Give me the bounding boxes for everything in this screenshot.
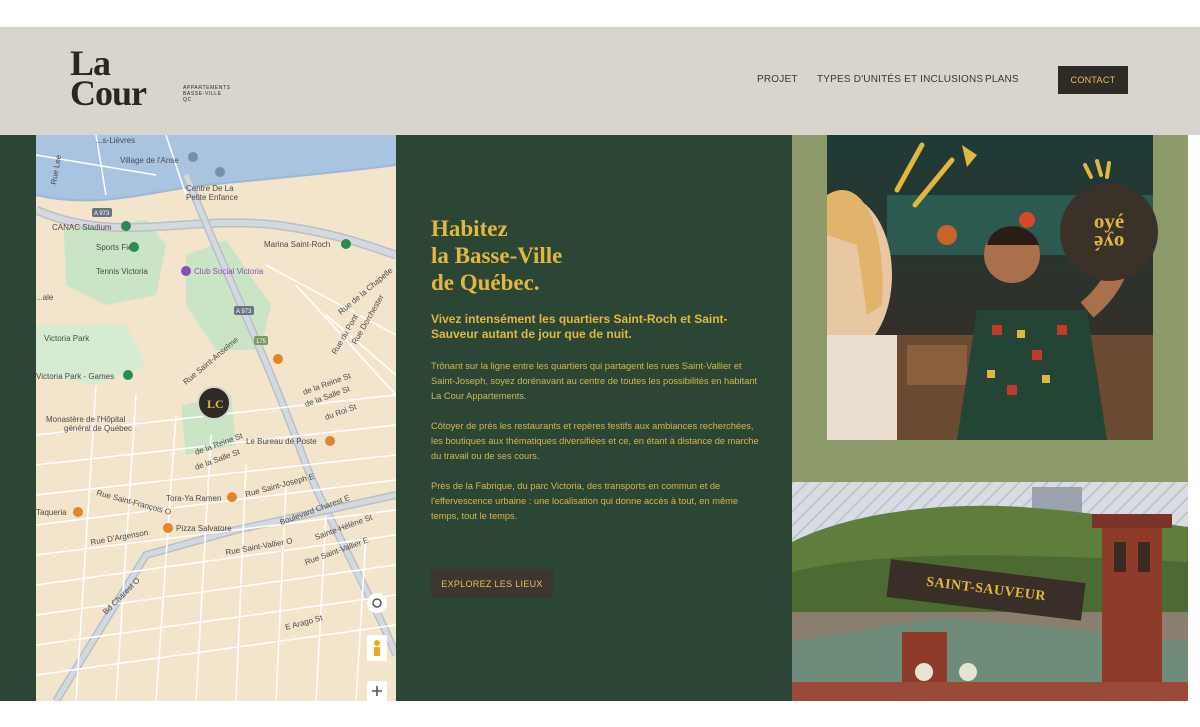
- map-label-levres: ...s-Lièvres: [96, 136, 135, 145]
- nav-projet[interactable]: PROJET: [757, 74, 798, 85]
- map-label-hopital: Monastère de l'Hôpital: [46, 415, 126, 424]
- map-label-175: 175: [256, 339, 267, 345]
- photo-panel: oyé oyé SAINT-SAUVEUR: [792, 135, 1188, 701]
- main-section: ...s-Lièvres Village de l'Anse Centre De…: [0, 135, 1200, 701]
- badge-text-bottom: oyé: [1093, 231, 1125, 255]
- explore-button[interactable]: EXPLOREZ LES LIEUX: [431, 569, 553, 598]
- site-header: La Cour APPARTEMENTS BASSE-VILLE QC PROJ…: [0, 27, 1200, 135]
- hero-paragraph-3: Près de la Fabrique, du parc Victoria, d…: [431, 481, 739, 521]
- map-label-a973: A 973: [94, 211, 110, 217]
- map-label-vle: ...ale: [36, 293, 54, 302]
- hero-paragraph-1: Trônant sur la ligne entre les quartiers…: [431, 361, 758, 401]
- left-band: [0, 135, 36, 701]
- map[interactable]: ...s-Lièvres Village de l'Anse Centre De…: [36, 135, 396, 701]
- bottom-strip: [0, 701, 1200, 727]
- right-edge: [1188, 135, 1200, 701]
- badge-text-top: oyé: [1093, 209, 1125, 233]
- map-label-tora: Tora-Ya Ramen: [166, 494, 221, 503]
- map-label-park: Victoria Park: [44, 334, 90, 343]
- oye-badge: oyé oyé: [1060, 183, 1158, 281]
- text-panel: Habitez la Basse-Ville de Québec. Vivez …: [396, 135, 792, 701]
- hero-paragraph-2: Côtoyer de près les restaurants et repèr…: [431, 421, 759, 461]
- hero-headline: Habitez la Basse-Ville de Québec.: [431, 216, 563, 295]
- map-label-club: Club Social Victoria: [194, 267, 264, 276]
- nav-types-unites[interactable]: TYPES D'UNITÉS ET INCLUSIONS: [817, 74, 983, 85]
- map-label-canac: CANAC Stadium: [52, 223, 112, 232]
- top-strip: [0, 0, 1200, 27]
- map-label-park-games: Victoria Park - Games: [36, 372, 114, 381]
- map-label-tennis: Tennis Victoria: [96, 267, 148, 276]
- logo-subtitle: APPARTEMENTS BASSE-VILLE QC: [183, 85, 231, 103]
- recenter-icon[interactable]: [367, 593, 387, 613]
- map-label-a973b: A 973: [236, 309, 252, 315]
- map-label-poste: Le Bureau de Poste: [246, 437, 317, 446]
- map-label-marina: Marina Saint-Roch: [264, 240, 330, 249]
- map-label-centre: Centre De La: [186, 184, 234, 193]
- contact-button[interactable]: CONTACT: [1058, 66, 1128, 94]
- map-label-pizza: Pizza Salvatore: [176, 524, 232, 533]
- logo[interactable]: La Cour APPARTEMENTS BASSE-VILLE QC: [70, 43, 240, 118]
- bar-photo: [827, 135, 1153, 440]
- map-label-taqueria: Taqueria: [36, 508, 67, 517]
- map-label-centre2: Petite Enfance: [186, 193, 239, 202]
- map-label-hopital2: général de Québec: [64, 424, 132, 433]
- nav-plans[interactable]: PLANS: [985, 74, 1019, 85]
- map-label-village: Village de l'Anse: [120, 156, 179, 165]
- location-marker-text: LC: [207, 397, 224, 411]
- hero-subhead: Vivez intensément les quartiers Saint-Ro…: [431, 312, 728, 341]
- logo-title: La Cour: [70, 43, 147, 113]
- map-canvas[interactable]: ...s-Lièvres Village de l'Anse Centre De…: [36, 135, 396, 701]
